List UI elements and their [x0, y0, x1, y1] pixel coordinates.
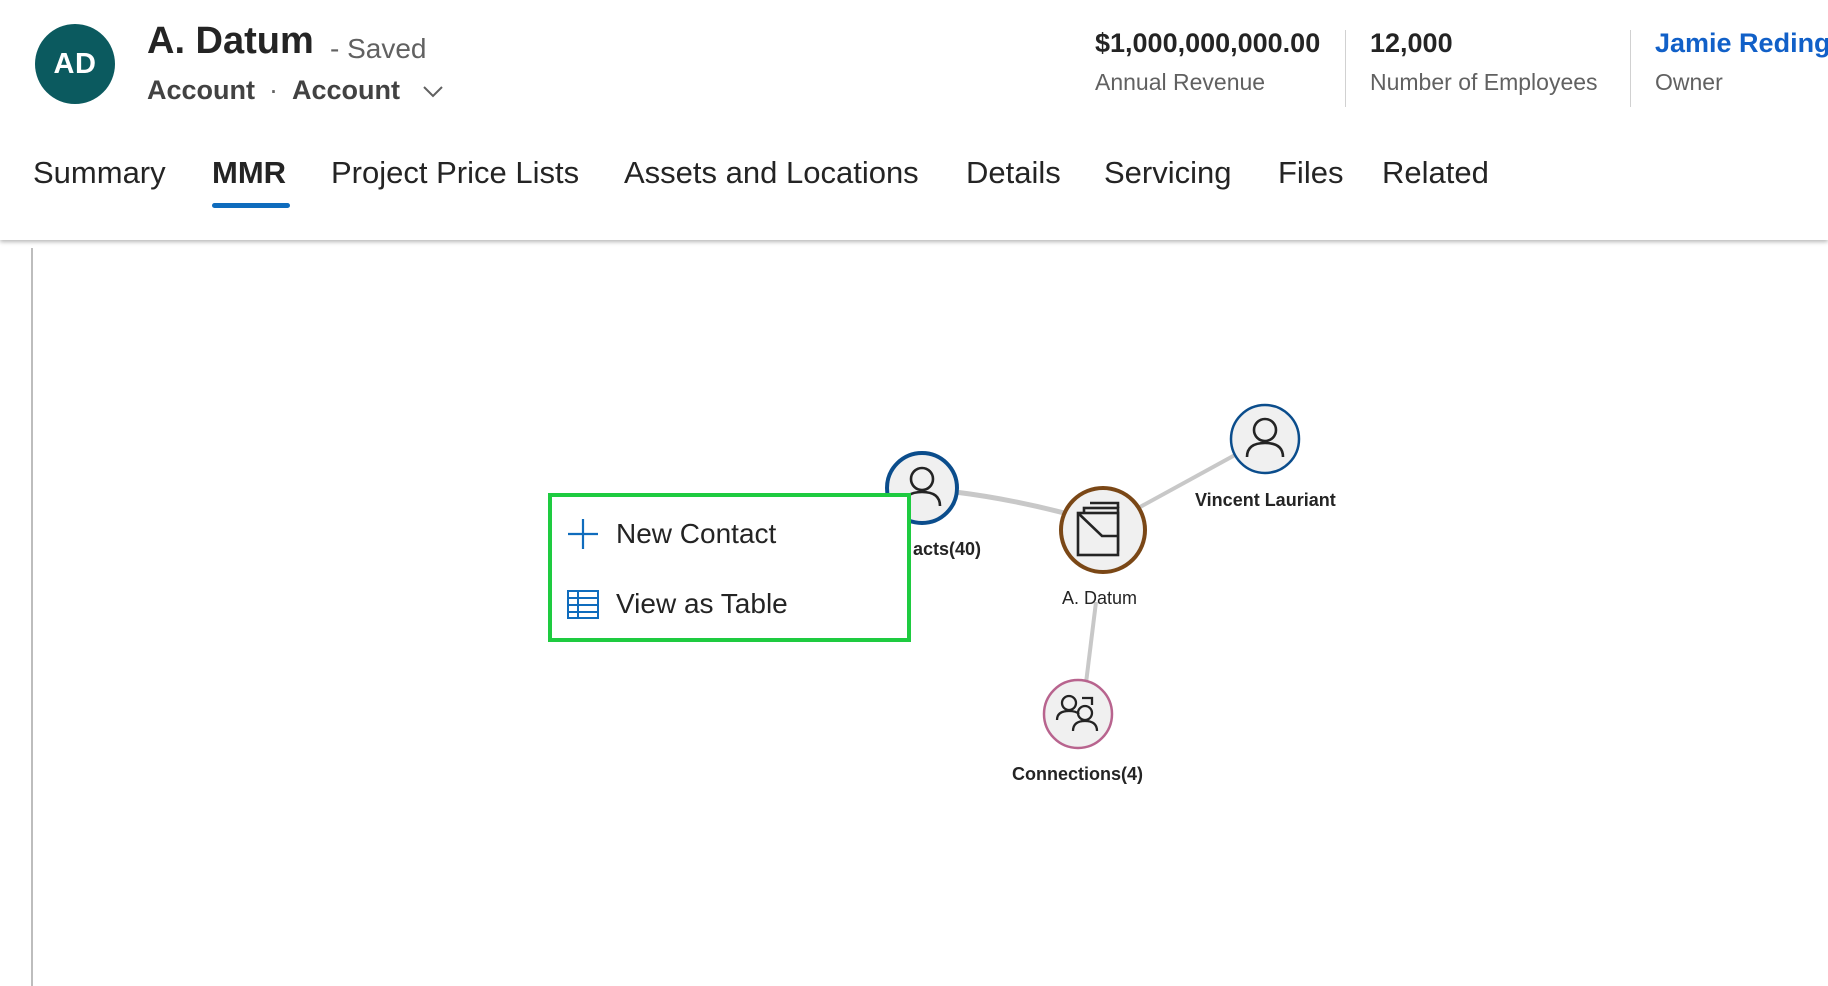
vincent-node-label: Vincent Lauriant — [1195, 490, 1336, 510]
tab-related[interactable]: Related — [1382, 155, 1489, 191]
node-context-menu: New Contact View as Table — [548, 493, 911, 642]
center-node-label: A. Datum — [1062, 588, 1138, 608]
tab-assets-and-locations[interactable]: Assets and Locations — [624, 155, 919, 191]
table-icon — [566, 587, 600, 621]
kpi-value: $1,000,000,000.00 — [1095, 28, 1321, 58]
view-as-table-menu-item[interactable]: View as Table — [566, 587, 788, 621]
form-selector-label: Account — [292, 75, 400, 105]
menu-item-label: New Contact — [616, 518, 777, 549]
vincent-node[interactable] — [1229, 403, 1301, 475]
entity-type-label: Account — [147, 75, 255, 105]
record-header: AD A. Datum - Saved Account · Account $1… — [0, 0, 1828, 240]
active-tab-indicator — [212, 203, 290, 208]
tab-summary[interactable]: Summary — [33, 155, 166, 191]
connections-node[interactable] — [1042, 678, 1114, 750]
entity-row: Account · Account — [147, 75, 444, 106]
tab-servicing[interactable]: Servicing — [1104, 155, 1232, 191]
record-title: A. Datum — [147, 20, 314, 62]
form-selector[interactable]: Account — [292, 75, 444, 106]
menu-item-label: View as Table — [616, 588, 788, 619]
kpi-label: Owner — [1655, 69, 1723, 95]
separator: · — [269, 75, 278, 105]
tab-project-price-lists[interactable]: Project Price Lists — [331, 155, 579, 191]
tab-files[interactable]: Files — [1278, 155, 1343, 191]
kpi-label: Annual Revenue — [1095, 69, 1266, 95]
edge-connections — [1084, 601, 1098, 684]
tab-details[interactable]: Details — [966, 155, 1061, 191]
record-avatar: AD — [35, 24, 115, 104]
account-folder-icon — [1076, 501, 1120, 557]
plus-icon — [566, 517, 600, 551]
kpi-employees: 12,000 Number of Employees — [1370, 28, 1598, 96]
kpi-owner: Jamie Reding Owner — [1655, 28, 1828, 96]
connections-node-label: Connections(4) — [1012, 764, 1144, 784]
save-status: - Saved — [330, 33, 427, 64]
kpi-annual-revenue: $1,000,000,000.00 Annual Revenue — [1095, 28, 1320, 96]
kpi-divider — [1630, 30, 1631, 107]
contacts-node-label: acts(40) — [913, 539, 982, 559]
account-center-node[interactable] — [1059, 486, 1147, 574]
kpi-divider — [1345, 30, 1346, 107]
kpi-value: 12,000 — [1370, 28, 1453, 58]
kpi-label: Number of Employees — [1370, 69, 1598, 95]
chevron-down-icon — [422, 85, 444, 99]
tab-mmr[interactable]: MMR — [212, 155, 286, 191]
owner-link[interactable]: Jamie Reding — [1655, 28, 1828, 59]
new-contact-menu-item[interactable]: New Contact — [566, 517, 776, 551]
